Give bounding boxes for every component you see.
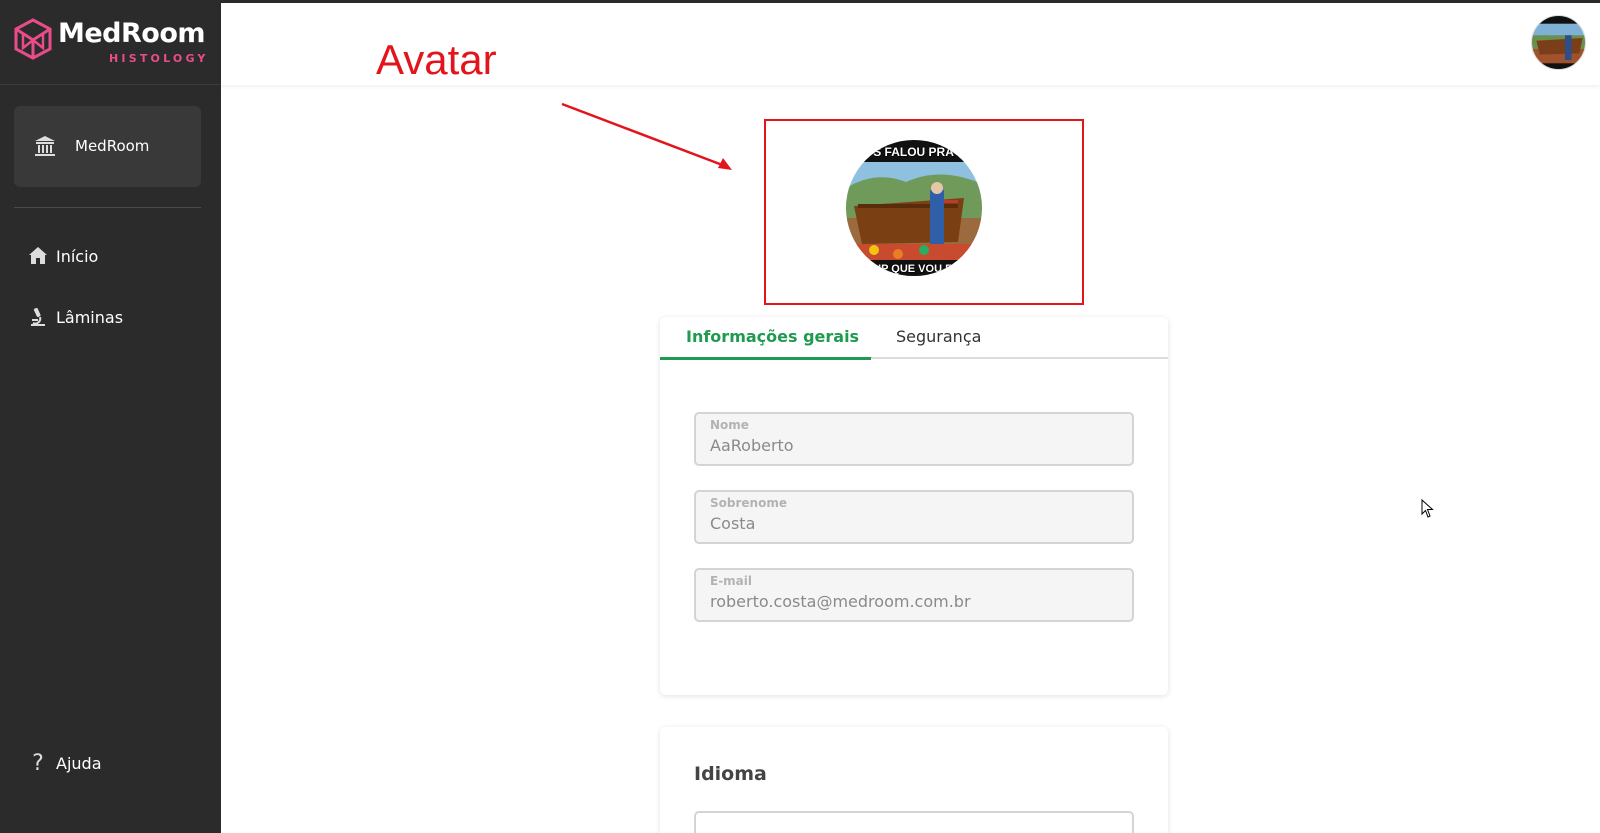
nome-field[interactable]: Nome	[694, 412, 1134, 466]
tab-seguranca[interactable]: Segurança	[896, 327, 981, 346]
home-icon	[29, 247, 47, 264]
sidebar: MedRoom HISTOLOGY MedRoom Início Lâminas	[0, 0, 221, 833]
sidebar-item-label: Ajuda	[56, 753, 102, 773]
profile-avatar[interactable]: DEUS FALOU PRA MIM BUILD UP QUE VOU ENCH…	[846, 140, 982, 276]
organization-card[interactable]: MedRoom	[14, 106, 201, 187]
annotation-label: Avatar	[376, 36, 497, 83]
medroom-logo[interactable]: MedRoom HISTOLOGY	[14, 16, 209, 68]
sidebar-item-inicio[interactable]: Início	[28, 242, 98, 270]
email-label: E-mail	[710, 574, 753, 588]
sidebar-item-laminas[interactable]: Lâminas	[28, 303, 123, 331]
brand-subtitle: HISTOLOGY	[109, 52, 209, 65]
avatar-image-icon: DEUS FALOU PRA MIM BUILD UP QUE VOU ENCH…	[846, 140, 982, 276]
question-icon: ?	[32, 750, 44, 776]
logo-cube-icon	[14, 18, 52, 60]
annotation-arrow	[561, 102, 732, 170]
institution-icon	[35, 136, 55, 156]
sidebar-item-label: Início	[56, 246, 99, 266]
brand-name: MedRoom	[58, 18, 206, 49]
nome-label: Nome	[710, 418, 749, 432]
nome-input[interactable]	[710, 436, 1120, 455]
sidebar-item-ajuda[interactable]: ? Ajuda	[28, 749, 102, 777]
organization-label: MedRoom	[75, 137, 150, 155]
tab-informacoes-gerais[interactable]: Informações gerais	[686, 327, 859, 346]
sidebar-item-label: Lâminas	[56, 307, 124, 327]
email-input[interactable]	[710, 592, 1120, 611]
sobrenome-input[interactable]	[710, 514, 1120, 533]
profile-tabs: Informações gerais Segurança	[660, 317, 1168, 360]
user-avatar-button[interactable]	[1531, 15, 1586, 70]
language-select[interactable]	[694, 811, 1134, 833]
sobrenome-field[interactable]: Sobrenome	[694, 490, 1134, 544]
language-card: Idioma	[660, 727, 1168, 833]
active-tab-indicator	[660, 357, 871, 360]
mouse-cursor-icon	[1421, 499, 1434, 518]
divider	[0, 84, 221, 85]
profile-card: Informações gerais Segurança Nome Sobren…	[660, 317, 1168, 695]
email-field[interactable]: E-mail	[694, 568, 1134, 622]
language-title: Idioma	[694, 763, 767, 785]
sobrenome-label: Sobrenome	[710, 496, 787, 510]
avatar-image-icon	[1532, 16, 1585, 69]
microscope-icon	[31, 307, 45, 326]
divider	[14, 207, 201, 208]
